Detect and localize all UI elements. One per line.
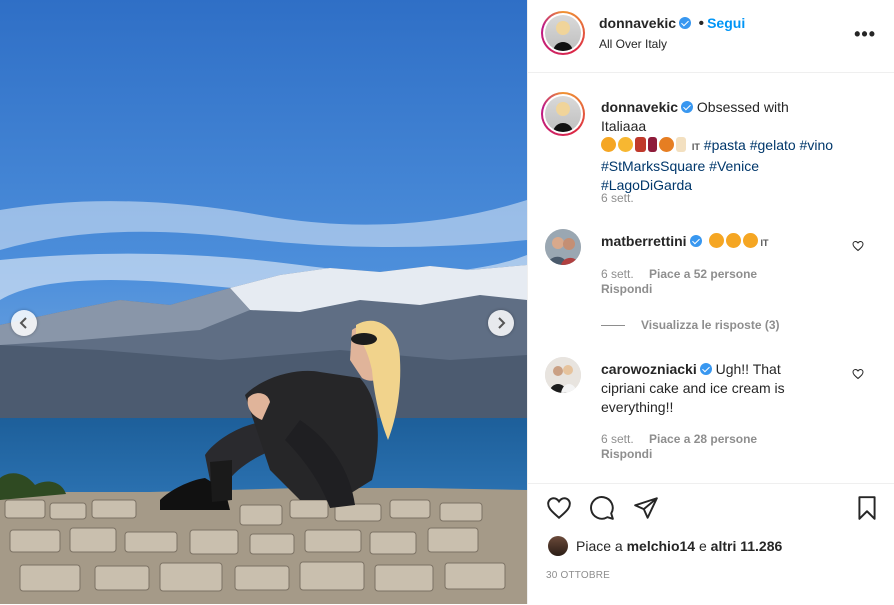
heart-icon[interactable] bbox=[546, 495, 572, 521]
post-side-panel: donnavekic • Segui All Over Italy ••• don… bbox=[527, 0, 894, 604]
verified-icon bbox=[689, 235, 702, 247]
verified-icon bbox=[699, 363, 712, 375]
photo-scene bbox=[0, 0, 527, 604]
chevron-left-icon bbox=[19, 317, 27, 329]
caption-emojis bbox=[601, 137, 692, 153]
likes-prefix: Piace a bbox=[576, 538, 623, 554]
heart-icon[interactable] bbox=[852, 240, 864, 252]
comment-username[interactable]: carowozniacki bbox=[601, 361, 697, 377]
bookmark-icon[interactable] bbox=[854, 495, 880, 521]
hashtag[interactable]: #vino bbox=[800, 137, 833, 153]
caption: donnavekic Obsessed with Italiaaa IT #pa… bbox=[601, 98, 837, 195]
reply-button[interactable]: Rispondi bbox=[601, 282, 652, 296]
post-date[interactable]: 30 OTTOBRE bbox=[546, 570, 610, 581]
verified-icon bbox=[681, 101, 694, 113]
share-icon[interactable] bbox=[633, 495, 659, 521]
comment-time[interactable]: 6 sett. bbox=[601, 267, 634, 281]
liker-avatar[interactable] bbox=[548, 536, 568, 556]
reply-button[interactable]: Rispondi bbox=[601, 447, 652, 461]
caption-story-ring[interactable] bbox=[541, 92, 585, 136]
flag-it: IT bbox=[691, 142, 700, 152]
view-replies-label[interactable]: Visualizza le risposte (3) bbox=[641, 318, 780, 332]
comment-2: carowozniacki Ugh!! That cipriani cake a… bbox=[601, 360, 811, 417]
post-photo[interactable] bbox=[0, 0, 527, 604]
caption-username[interactable]: donnavekic bbox=[601, 99, 678, 115]
likes-joiner: e bbox=[698, 538, 707, 554]
header-user-line: donnavekic • Segui bbox=[599, 15, 745, 33]
liker-username[interactable]: melchio14 bbox=[627, 538, 695, 554]
likes-line: Piace a melchio14 e altri 11.286 bbox=[548, 536, 782, 556]
comment-likes[interactable]: Piace a 28 persone bbox=[649, 432, 757, 446]
next-photo-button[interactable] bbox=[488, 310, 514, 336]
previous-photo-button[interactable] bbox=[11, 310, 37, 336]
comment-username[interactable]: matberrettini bbox=[601, 233, 687, 249]
comment-likes[interactable]: Piace a 52 persone bbox=[649, 267, 757, 281]
hashtag[interactable]: #Venice bbox=[709, 158, 759, 174]
caption-avatar bbox=[545, 96, 581, 132]
comment-meta: 6 sett. Piace a 28 persone bbox=[601, 432, 757, 446]
location-link[interactable]: All Over Italy bbox=[599, 37, 667, 51]
avatar bbox=[545, 15, 581, 51]
story-ring[interactable] bbox=[541, 11, 585, 55]
chevron-right-icon bbox=[498, 317, 506, 329]
comment-avatar[interactable] bbox=[545, 229, 581, 265]
view-replies[interactable]: Visualizza le risposte (3) bbox=[601, 318, 780, 332]
comment-meta: 6 sett. Piace a 52 persone bbox=[601, 267, 757, 281]
follow-button[interactable]: Segui bbox=[707, 15, 745, 31]
comment-time[interactable]: 6 sett. bbox=[601, 432, 634, 446]
comment-emojis bbox=[709, 233, 760, 249]
likes-others[interactable]: altri 11.286 bbox=[711, 538, 783, 554]
hashtag[interactable]: #gelato bbox=[750, 137, 796, 153]
comment-icon[interactable] bbox=[589, 495, 615, 521]
flag-it: IT bbox=[760, 238, 769, 248]
comment-avatar[interactable] bbox=[545, 357, 581, 393]
verified-icon bbox=[679, 17, 692, 29]
comment-1: matberrettini IT bbox=[601, 233, 768, 249]
header-username[interactable]: donnavekic bbox=[599, 15, 676, 31]
separator-dot: • bbox=[698, 15, 705, 32]
hashtag[interactable]: #pasta bbox=[704, 137, 746, 153]
action-bar: Piace a melchio14 e altri 11.286 30 OTTO… bbox=[528, 483, 894, 605]
more-icon[interactable]: ••• bbox=[854, 24, 876, 45]
post-header: donnavekic • Segui All Over Italy ••• bbox=[528, 0, 894, 73]
hashtag[interactable]: #StMarksSquare bbox=[601, 158, 705, 174]
heart-icon[interactable] bbox=[852, 368, 864, 380]
caption-time[interactable]: 6 sett. bbox=[601, 191, 634, 205]
